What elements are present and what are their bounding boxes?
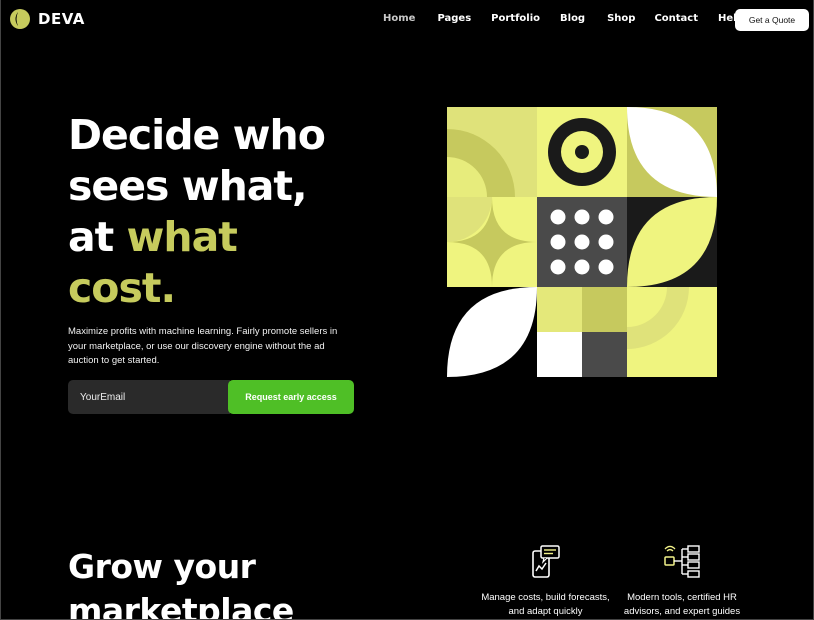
section-title: Grow your marketplace [68, 547, 294, 620]
feature-text-tools: Modern tools, certified HR advisors, and… [623, 592, 741, 617]
hero-title-line-1: Decide who [68, 111, 326, 159]
get-quote-button[interactable]: Get a Quote [735, 9, 809, 31]
main-nav: Home Pages Portfolio Blog Shop Contact H… [383, 13, 744, 24]
brand-logo[interactable]: DEVA [10, 9, 85, 29]
nav-item-contact[interactable]: Contact [654, 13, 698, 24]
hero-title: Decide who sees what, at what cost. [68, 110, 408, 314]
network-devices-icon [664, 545, 700, 578]
feature-card-costs: Manage costs, build forecasts, and adapt… [478, 545, 613, 619]
request-early-access-button[interactable]: Request early access [228, 380, 354, 414]
nav-item-blog[interactable]: Blog [560, 13, 585, 24]
hero-title-line-2: sees what, [68, 162, 308, 210]
brand-name: DEVA [38, 10, 85, 28]
feature-text-costs: Manage costs, build forecasts, and adapt… [481, 592, 610, 617]
hero-description: Maximize profits with machine learning. … [68, 326, 338, 366]
feature-card-tools: Modern tools, certified HR advisors, and… [618, 545, 746, 619]
logo-mark-icon [10, 9, 30, 29]
mobile-chat-chart-icon [531, 545, 560, 578]
hero-title-highlight-1: what [126, 213, 238, 261]
hero-title-highlight-2: cost. [68, 264, 176, 312]
email-input[interactable] [68, 380, 230, 414]
nav-item-shop[interactable]: Shop [607, 13, 635, 24]
nav-item-home[interactable]: Home [383, 13, 415, 24]
nav-item-pages[interactable]: Pages [437, 13, 471, 24]
hero-geometric-artwork [447, 107, 717, 377]
nav-item-portfolio[interactable]: Portfolio [491, 13, 540, 24]
hero-title-line-3: at [68, 213, 127, 261]
